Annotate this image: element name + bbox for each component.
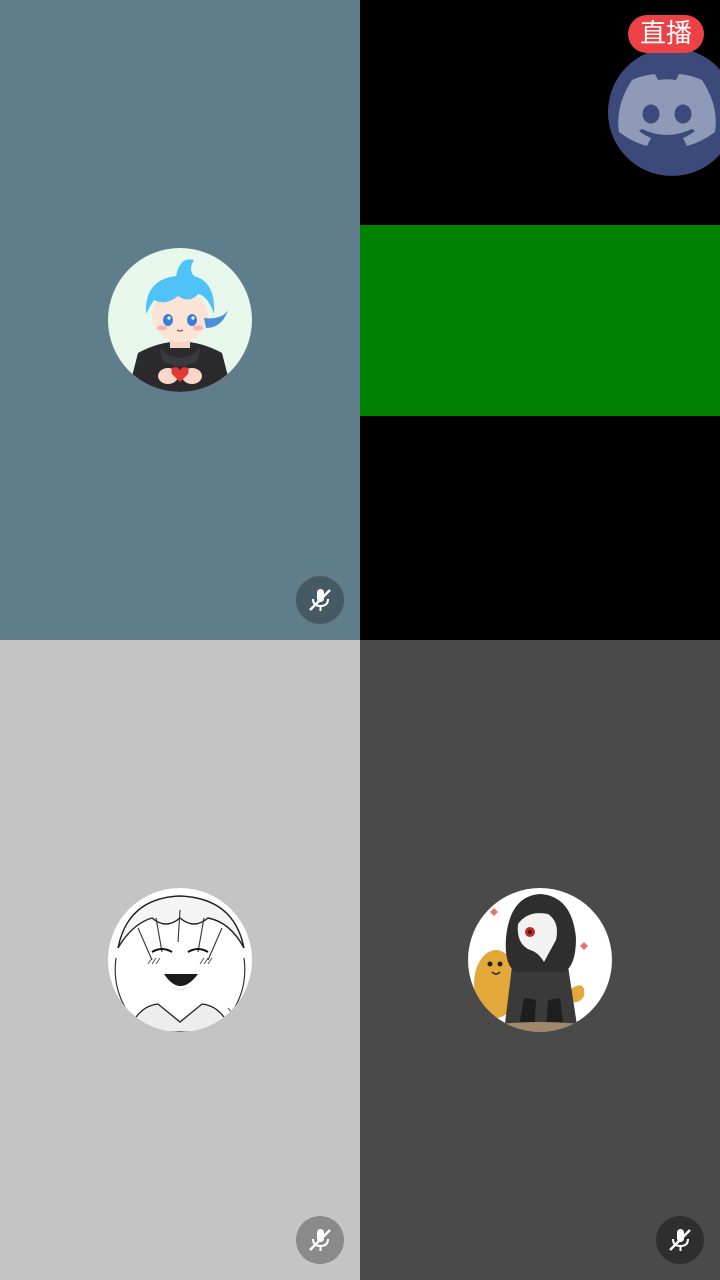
microphone-muted-icon <box>309 589 331 611</box>
live-badge: 直播 <box>627 15 704 53</box>
manga-character-avatar-art <box>108 888 252 1032</box>
participant-avatar-1[interactable] <box>108 248 252 392</box>
participant-avatar-3[interactable] <box>468 888 612 1032</box>
mute-indicator-1[interactable] <box>296 576 344 624</box>
microphone-muted-icon <box>669 1229 691 1251</box>
mute-indicator-2[interactable] <box>296 1216 344 1264</box>
discord-logo-icon <box>618 74 716 146</box>
participant-avatar-2[interactable] <box>108 888 252 1032</box>
discord-logo-avatar[interactable] <box>608 48 720 176</box>
participant-tile-3[interactable] <box>360 640 720 1280</box>
voice-call-grid: 直播 <box>0 0 720 1280</box>
mute-indicator-3[interactable] <box>656 1216 704 1264</box>
stream-video[interactable] <box>360 225 720 416</box>
participant-tile-1[interactable] <box>0 0 360 640</box>
plague-doctor-avatar-art <box>468 888 612 1032</box>
participant-tile-stream[interactable] <box>360 0 720 640</box>
participant-tile-2[interactable] <box>0 640 360 1280</box>
microphone-muted-icon <box>309 1229 331 1251</box>
anime-boy-avatar-art <box>108 248 252 392</box>
